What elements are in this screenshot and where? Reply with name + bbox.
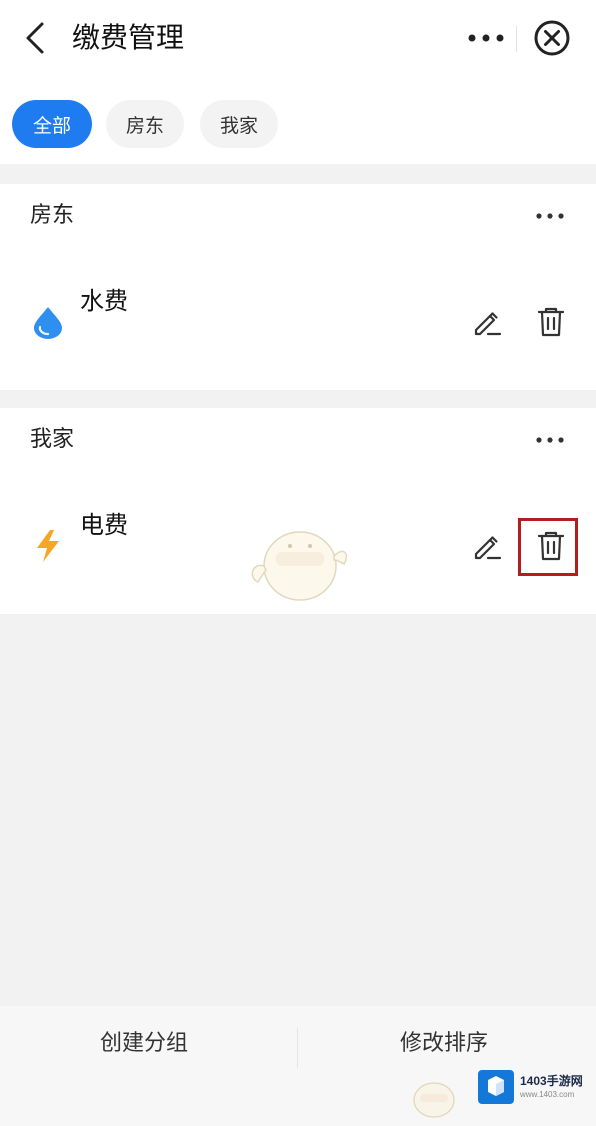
group-more-icon[interactable] (534, 208, 566, 224)
mascot-watermark-icon (251, 531, 348, 601)
watermark-brand: 1403手游网 (520, 1074, 583, 1088)
filter-tab-my-home[interactable]: 我家 (200, 100, 278, 148)
page-title: 缴费管理 (72, 21, 185, 54)
circle-close-icon[interactable] (532, 18, 572, 58)
group-title: 房东 (30, 203, 75, 228)
group-more-icon[interactable] (534, 432, 566, 448)
bill-item-name[interactable]: 电费 (80, 508, 128, 542)
water-drop-icon (34, 307, 62, 339)
filter-tab-all[interactable]: 全部 (12, 100, 92, 148)
chevron-left-icon[interactable] (18, 20, 54, 56)
mascot-watermark-icon (413, 1082, 455, 1118)
trash-icon[interactable] (536, 306, 566, 338)
lightning-icon (37, 530, 59, 562)
bill-item-name[interactable]: 水费 (80, 284, 128, 318)
header-divider (516, 26, 517, 52)
delete-highlight-box (518, 518, 578, 576)
group-title: 我家 (30, 427, 75, 452)
bottom-bar (0, 1006, 596, 1126)
ellipsis-icon[interactable] (464, 24, 508, 52)
cube-logo-icon (478, 1070, 514, 1104)
filter-tab-landlord[interactable]: 房东 (106, 100, 184, 148)
watermark-url: www.1403.com (520, 1090, 575, 1099)
header: 缴费管理 全部 房东 我家 (0, 0, 596, 164)
create-group-button[interactable]: 创建分组 (100, 1026, 188, 1062)
modify-sort-button[interactable]: 修改排序 (400, 1026, 488, 1062)
watermark-logo: 1403手游网 www.1403.com (478, 1070, 590, 1106)
bottom-divider (297, 1028, 298, 1068)
edit-pencil-icon[interactable] (470, 530, 502, 562)
group-card-landlord: 房东 水费 (0, 184, 596, 390)
edit-pencil-icon[interactable] (470, 306, 502, 338)
